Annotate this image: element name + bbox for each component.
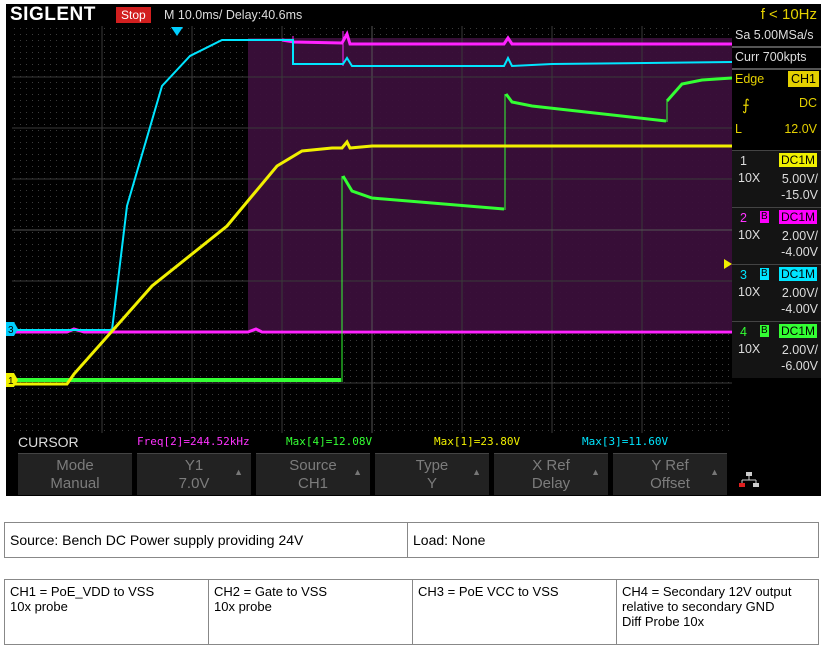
ch1-ground-marker[interactable]: 1 bbox=[6, 373, 18, 387]
volts-per-div: 2.00V/ bbox=[781, 343, 818, 357]
memory-depth: Curr 700kpts bbox=[735, 50, 807, 64]
softkey-title: Mode bbox=[56, 457, 94, 474]
rising-edge-icon: ⨍ bbox=[742, 97, 750, 114]
softkey-value: Manual bbox=[50, 475, 100, 492]
ch2-description: CH2 = Gate to VSS 10x probe bbox=[208, 579, 413, 645]
trigger-source: CH1 bbox=[787, 71, 819, 87]
waveform-display[interactable] bbox=[12, 26, 732, 433]
channel-2-info[interactable]: 2 B DC1M 10X 2.00V/ -4.00V bbox=[732, 207, 821, 264]
channel-4-info[interactable]: 4 B DC1M 10X 2.00V/ -6.00V bbox=[732, 321, 821, 378]
coupling-badge: DC1M bbox=[778, 267, 817, 281]
channel-offset: -6.00V bbox=[781, 359, 818, 373]
volts-per-div: 2.00V/ bbox=[781, 229, 818, 243]
softkey-mode[interactable]: Mode Manual bbox=[18, 453, 132, 495]
probe-factor: 10X bbox=[738, 285, 761, 299]
trigger-type-row[interactable]: Edge CH1 bbox=[732, 71, 821, 92]
cursor-measurement-bar: CURSOR Freq[2]=244.52kHz Max[4]=12.08V M… bbox=[6, 434, 821, 452]
test-setup-table: Source: Bench DC Power supply providing … bbox=[4, 522, 819, 558]
ch4-description: CH4 = Secondary 12V output relative to se… bbox=[616, 579, 819, 645]
timebase-readout: M 10.0ms/ Delay:40.6ms bbox=[164, 8, 303, 22]
cursor-measurement: Max[1]=23.80V bbox=[434, 435, 521, 448]
probe-factor: 10X bbox=[738, 171, 761, 185]
softkey-source[interactable]: Source CH1 ▲ bbox=[256, 453, 370, 495]
coupling-badge: DC1M bbox=[778, 153, 817, 167]
brand-logo: SIGLENT bbox=[10, 4, 96, 25]
ch2-switching-band bbox=[248, 38, 732, 330]
trigger-level: 12.0V bbox=[784, 122, 817, 136]
knob-arrow-icon: ▲ bbox=[472, 467, 481, 477]
channel-legend-table: CH1 = PoE_VDD to VSS 10x probe CH2 = Gate… bbox=[4, 579, 819, 645]
right-info-panel: Sa 5.00MSa/s Curr 700kpts Edge CH1 ⨍ DC … bbox=[732, 26, 821, 378]
volts-per-div: 2.00V/ bbox=[781, 286, 818, 300]
ch1-marker-label: 1 bbox=[8, 376, 14, 387]
cursor-label: CURSOR bbox=[18, 434, 79, 450]
channel-number: 2 bbox=[740, 211, 747, 225]
softkey-type[interactable]: Type Y ▲ bbox=[375, 453, 489, 495]
trigger-coupling-row[interactable]: ⨍ DC bbox=[732, 96, 821, 116]
softkey-value: Y bbox=[426, 475, 437, 492]
channel-3-info[interactable]: 3 B DC1M 10X 2.00V/ -4.00V bbox=[732, 264, 821, 321]
coupling-badge: DC1M bbox=[778, 210, 817, 224]
trigger-level-label: L bbox=[735, 122, 742, 136]
cursor-measurement: Max[3]=11.60V bbox=[582, 435, 669, 448]
volts-per-div: 5.00V/ bbox=[781, 172, 818, 186]
knob-arrow-icon: ▲ bbox=[234, 467, 243, 477]
knob-arrow-icon: ▲ bbox=[353, 467, 362, 477]
bandwidth-limit-badge: B bbox=[760, 211, 769, 223]
ch1-description: CH1 = PoE_VDD to VSS 10x probe bbox=[4, 579, 209, 645]
softkey-value: 7.0V bbox=[178, 475, 210, 492]
run-stop-status[interactable]: Stop bbox=[116, 7, 151, 23]
cursor-measurement: Max[4]=12.08V bbox=[286, 435, 373, 448]
channel-number: 3 bbox=[740, 268, 747, 282]
trigger-frequency: f < 10Hz bbox=[760, 6, 817, 23]
channel-number: 1 bbox=[740, 154, 747, 168]
knob-arrow-icon: ▲ bbox=[710, 467, 719, 477]
softkey-menu: Mode Manual Y1 7.0V ▲ Source CH1 ▲ Type … bbox=[6, 452, 821, 496]
coupling-badge: DC1M bbox=[778, 324, 817, 338]
softkey-value: CH1 bbox=[297, 475, 328, 492]
ch3-ground-marker[interactable]: 3 bbox=[6, 322, 18, 336]
trigger-type: Edge bbox=[735, 72, 765, 86]
channel-offset: -4.00V bbox=[781, 245, 818, 259]
softkey-x-ref[interactable]: X Ref Delay ▲ bbox=[494, 453, 608, 495]
channel-number: 4 bbox=[740, 325, 747, 339]
trigger-level-row[interactable]: L 12.0V bbox=[732, 122, 821, 142]
softkey-y-ref[interactable]: Y Ref Offset ▲ bbox=[613, 453, 727, 495]
softkey-value: Delay bbox=[531, 475, 571, 492]
ch3-marker-label: 3 bbox=[8, 325, 14, 336]
channel-1-info[interactable]: 1 DC1M 10X 5.00V/ -15.0V bbox=[732, 150, 821, 207]
trigger-coupling: DC bbox=[798, 96, 817, 110]
bandwidth-limit-badge: B bbox=[760, 325, 769, 337]
channel-offset: -4.00V bbox=[781, 302, 818, 316]
sample-rate: Sa 5.00MSa/s bbox=[735, 28, 814, 42]
channel-offset: -15.0V bbox=[781, 188, 818, 202]
bandwidth-limit-badge: B bbox=[760, 268, 769, 280]
probe-factor: 10X bbox=[738, 228, 761, 242]
cursor-measurement: Freq[2]=244.52kHz bbox=[137, 435, 250, 448]
knob-arrow-icon: ▲ bbox=[591, 467, 600, 477]
oscilloscope-screen: SIGLENT Stop M 10.0ms/ Delay:40.6ms f < … bbox=[6, 4, 821, 496]
load-cell: Load: None bbox=[407, 522, 819, 558]
ch3-description: CH3 = PoE VCC to VSS bbox=[412, 579, 617, 645]
softkey-y1[interactable]: Y1 7.0V ▲ bbox=[137, 453, 251, 495]
softkey-value: Offset bbox=[650, 475, 690, 492]
source-cell: Source: Bench DC Power supply providing … bbox=[4, 522, 408, 558]
top-status-bar: SIGLENT Stop M 10.0ms/ Delay:40.6ms f < … bbox=[6, 4, 821, 26]
probe-factor: 10X bbox=[738, 342, 761, 356]
network-icon bbox=[739, 472, 759, 487]
